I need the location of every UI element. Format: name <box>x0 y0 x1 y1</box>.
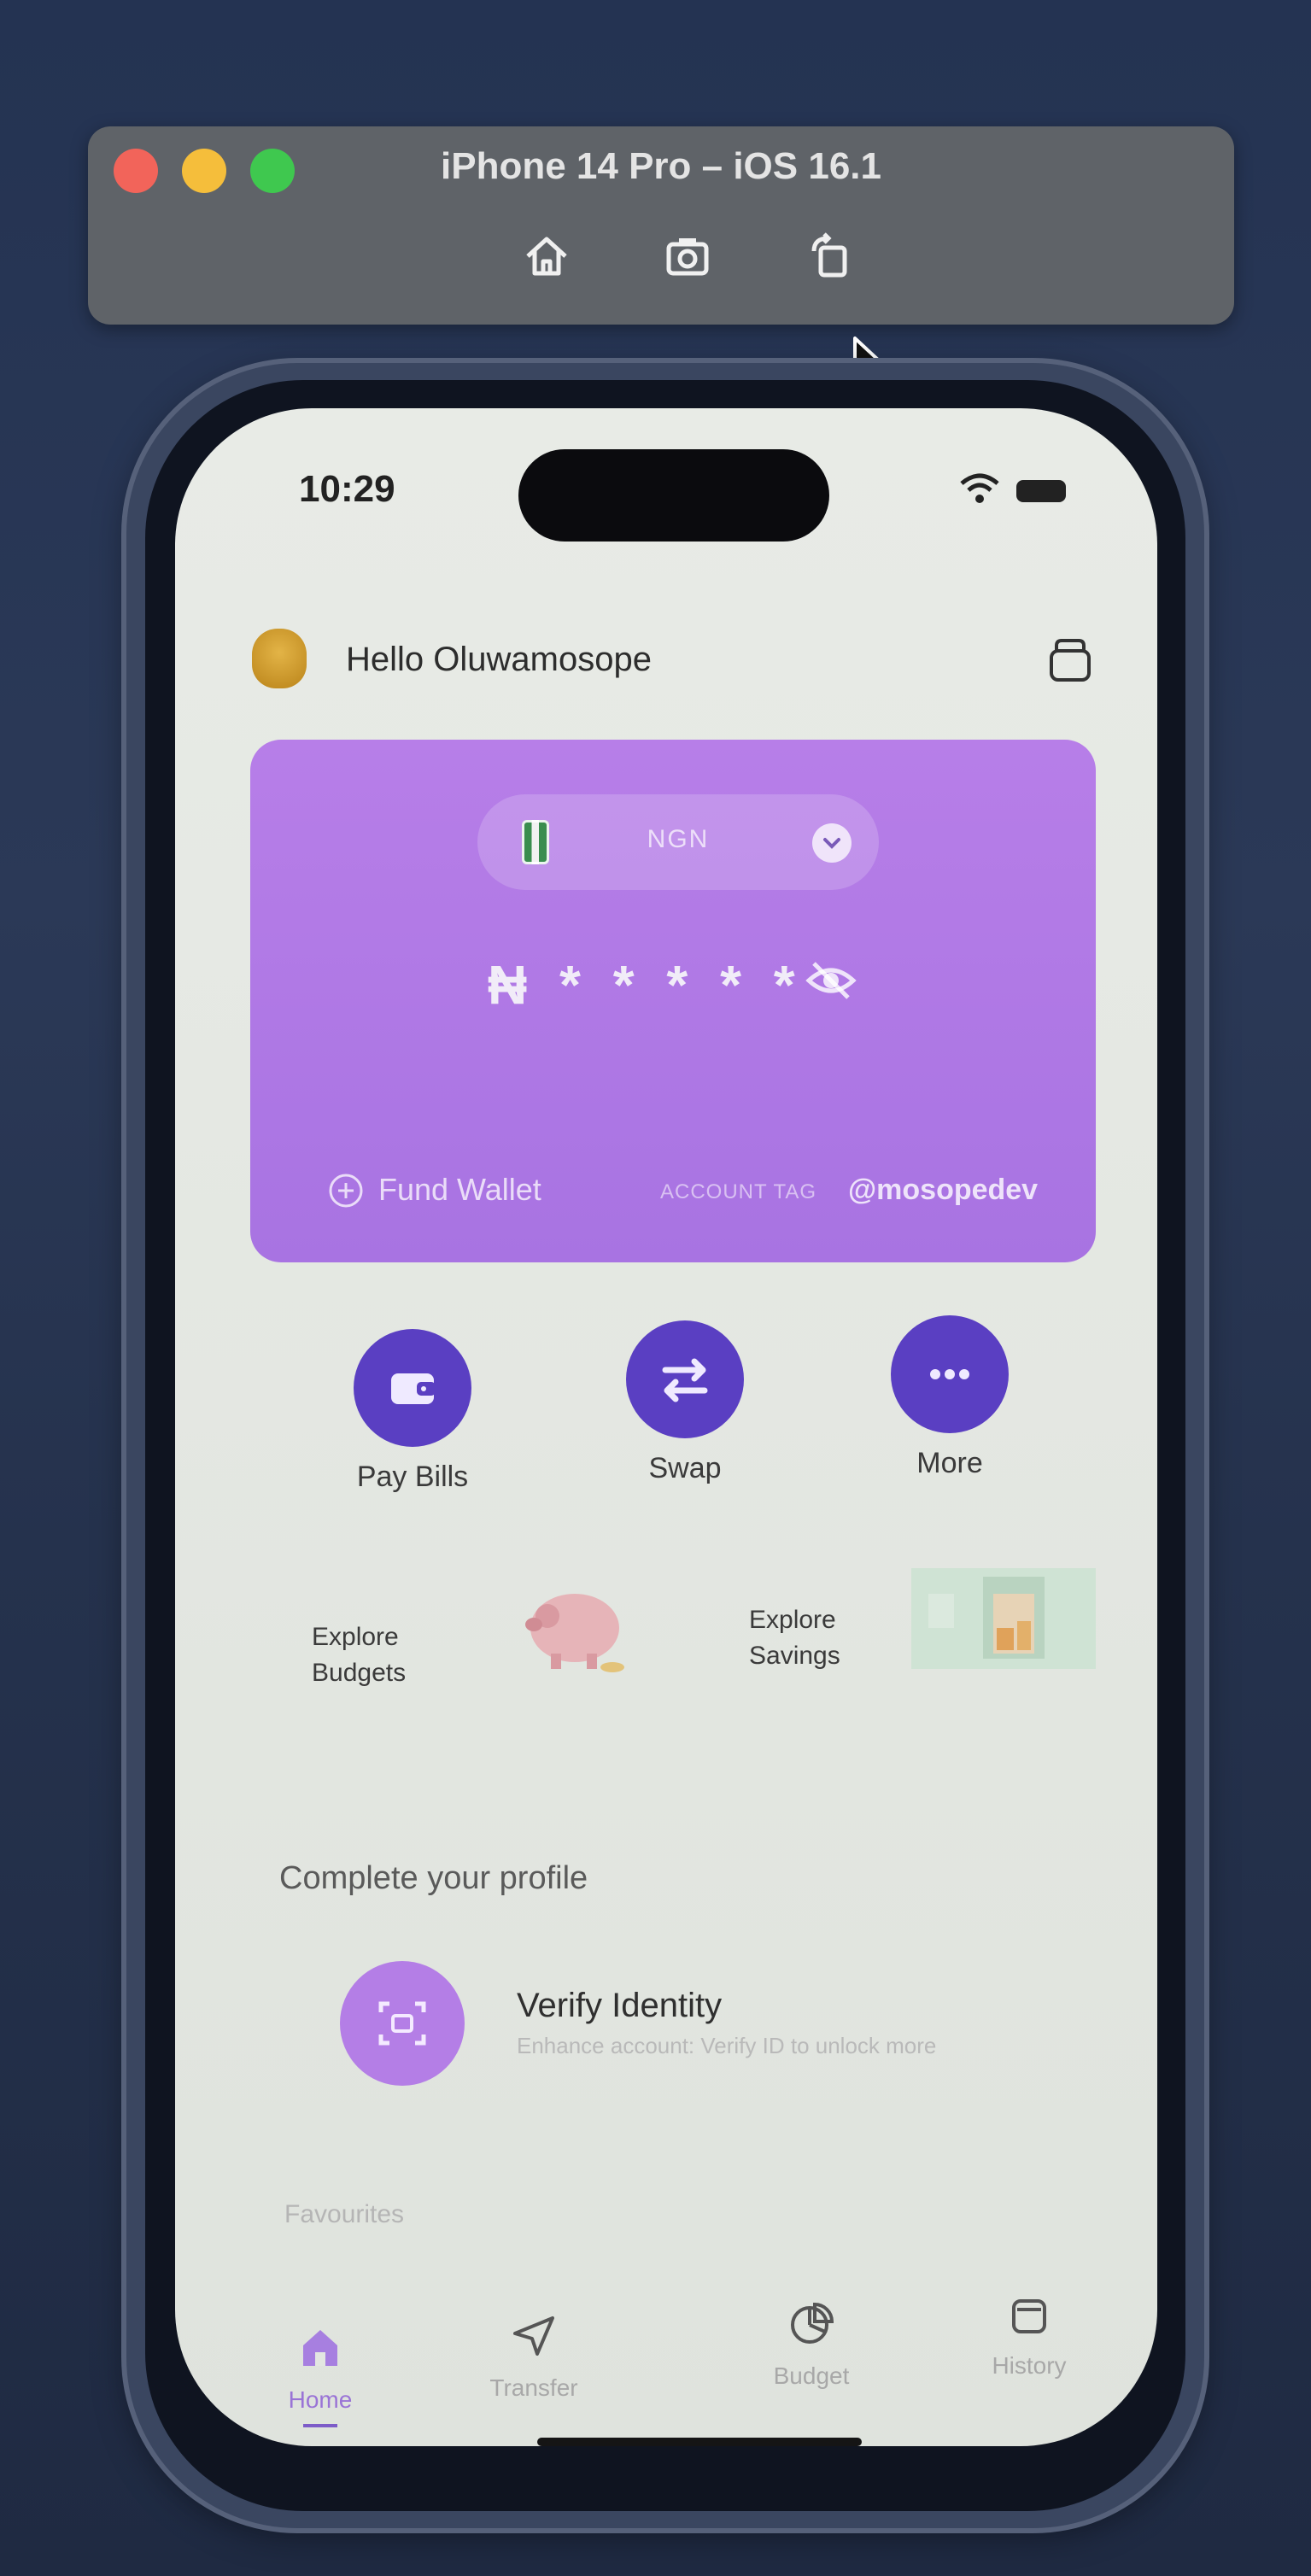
send-icon <box>513 2316 554 2356</box>
tab-history-label: History <box>992 2352 1067 2379</box>
explore-savings-line2: Savings <box>749 1642 840 1670</box>
home-icon[interactable] <box>519 229 574 284</box>
simulator-title: iPhone 14 Pro – iOS 16.1 <box>441 145 881 187</box>
eye-off-icon[interactable] <box>804 953 858 1008</box>
home-icon <box>303 2330 337 2366</box>
swap-arrows-icon <box>626 1320 744 1438</box>
simulator-title-bar: iPhone 14 Pro – iOS 16.1 <box>88 126 1234 325</box>
explore-budgets-card[interactable]: Explore Budgets <box>312 1619 406 1691</box>
screenshot-icon[interactable] <box>660 229 715 284</box>
balance-masked: ₦ * * * * * <box>488 954 804 1016</box>
account-tag-value[interactable]: @mosopedev <box>848 1174 1038 1207</box>
more-button[interactable]: More <box>860 1315 1031 1520</box>
pay-bills-button[interactable]: Pay Bills <box>323 1329 494 1534</box>
history-icon[interactable] <box>1043 632 1097 687</box>
more-label: More <box>916 1447 983 1479</box>
status-time: 10:29 <box>299 468 395 510</box>
tab-transfer[interactable]: Transfer <box>448 2310 619 2446</box>
tab-history[interactable]: History <box>944 2287 1115 2433</box>
tab-home[interactable]: Home <box>235 2321 406 2446</box>
explore-savings-line1: Explore <box>749 1606 836 1634</box>
piggy-bank-icon <box>513 1568 633 1679</box>
swap-button[interactable]: Swap <box>595 1320 766 1525</box>
savings-image <box>911 1568 1096 1669</box>
currency-selector[interactable]: NGN <box>477 794 879 890</box>
verify-identity-title[interactable]: Verify Identity <box>517 1987 722 2025</box>
plus-circle-icon <box>327 1172 365 1209</box>
wifi-icon <box>958 471 1001 506</box>
favourites-title: Favourites <box>284 2200 405 2228</box>
verify-identity-subtitle: Enhance account: Verify ID to unlock mor… <box>517 2033 937 2058</box>
app-screen: 10:29 Hello Oluwamosope NGN ₦ * * * * * … <box>175 408 1157 2446</box>
explore-budgets-line2: Budgets <box>312 1659 407 1687</box>
explore-savings-card[interactable]: Explore Savings <box>749 1602 840 1674</box>
active-tab-indicator <box>303 2424 337 2427</box>
complete-profile-title: Complete your profile <box>279 1860 588 1896</box>
home-indicator[interactable] <box>537 2438 862 2446</box>
avatar[interactable] <box>252 629 307 688</box>
history-icon <box>1012 2299 1046 2333</box>
tab-home-label: Home <box>288 2386 353 2413</box>
swap-label: Swap <box>648 1452 722 1484</box>
pay-bills-label: Pay Bills <box>356 1461 469 1493</box>
battery-icon <box>1016 480 1066 502</box>
more-dots-icon <box>891 1315 1009 1433</box>
tab-budget-label: Budget <box>773 2362 850 2389</box>
tab-budget[interactable]: Budget <box>726 2298 897 2443</box>
greeting-text: Hello Oluwamosope <box>346 641 652 678</box>
tab-transfer-label: Transfer <box>489 2374 578 2401</box>
wallet-card: NGN ₦ * * * * * Fund Wallet ACCOUNT TAG … <box>250 740 1096 1262</box>
wallet-icon <box>354 1329 471 1447</box>
scan-id-icon[interactable] <box>340 1961 465 2086</box>
pie-chart-icon <box>791 2302 834 2344</box>
fund-wallet-label: Fund Wallet <box>378 1172 541 1207</box>
account-tag-label: ACCOUNT TAG <box>660 1180 817 1203</box>
dynamic-island <box>518 449 829 542</box>
rotate-icon[interactable] <box>802 229 857 284</box>
explore-budgets-line1: Explore <box>312 1623 399 1651</box>
chevron-down-icon[interactable] <box>812 823 852 863</box>
